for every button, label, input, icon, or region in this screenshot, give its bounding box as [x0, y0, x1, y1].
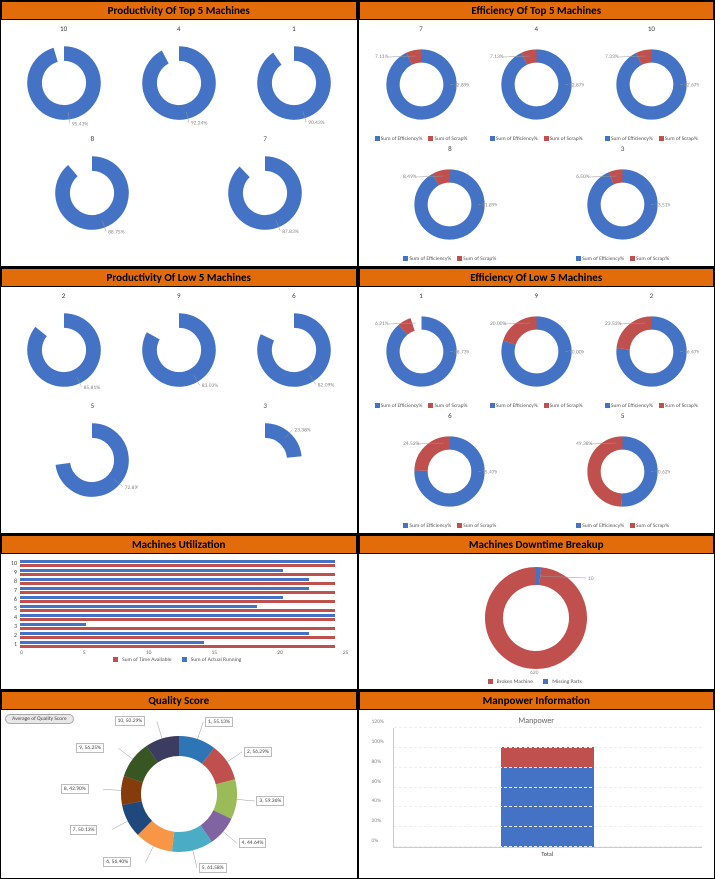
donut-eff-machine-10: 10 7.33% 92.67% Sum of Efficiency%Sum of…: [602, 24, 701, 142]
donut-eff-machine-4: 4 7.13% 92.87% Sum of Efficiency%Sum of …: [487, 24, 586, 142]
svg-text:82.09%: 82.09%: [318, 383, 335, 389]
panel-dt: 10 620 Broken Machine Missing Parts: [359, 554, 715, 689]
donut-machine-3: 3 23.38%: [219, 401, 311, 509]
qs-label-7: 7, 50.13%: [70, 825, 98, 835]
svg-text:90.43%: 90.43%: [308, 120, 325, 126]
svg-text:10: 10: [588, 576, 594, 582]
svg-text:88.75%: 88.75%: [108, 229, 125, 235]
svg-text:76.47%: 76.47%: [684, 350, 699, 356]
util-row-6: 6: [9, 595, 349, 603]
donut-eff-machine-9: 9 20.00% 80.00% Sum of Efficiency%Sum of…: [487, 291, 586, 409]
panel-eff-top: 7 7.11% 92.89% Sum of Efficiency%Sum of …: [359, 20, 715, 266]
donut-machine-2: 2 85.81%: [18, 291, 110, 399]
donut-machine-4: 4 92.24%: [133, 24, 225, 132]
dt-legend: Broken Machine Missing Parts: [485, 679, 588, 685]
mp-x-label: Total: [393, 850, 703, 858]
util-row-3: 3: [9, 622, 349, 630]
donut-machine-10: 10 95.43%: [18, 24, 110, 132]
donut-machine-8: 8 88.75%: [46, 134, 138, 242]
donut-machine-6: 6 82.09%: [248, 291, 340, 399]
svg-text:92.24%: 92.24%: [191, 121, 208, 127]
quality-avg-button[interactable]: Average of Quality Score: [5, 714, 74, 724]
util-row-9: 9: [9, 568, 349, 576]
header-mp: Manpower Information: [359, 691, 715, 710]
header-dt: Machines Downtime Breakup: [359, 535, 715, 554]
svg-text:83.03%: 83.03%: [201, 383, 218, 389]
panel-util: 10 9 8 7 6: [1, 554, 357, 667]
donut-machine-9: 9 83.03%: [133, 291, 225, 399]
donut-machine-7: 7 87.83%: [219, 134, 311, 242]
donut-machine-5: 5 72.89%: [46, 401, 138, 509]
donut-eff-machine-3: 3 6.50% 93.51% Sum of Efficiency%Sum of …: [573, 144, 672, 262]
util-row-7: 7: [9, 586, 349, 594]
qs-label-3: 3, 59.36%: [256, 796, 284, 806]
svg-text:7.11%: 7.11%: [375, 54, 389, 60]
util-row-1: 1: [9, 640, 349, 648]
qs-label-1: 1, 55.13%: [205, 717, 233, 727]
util-row-5: 5: [9, 604, 349, 612]
donut-machine-1: 1 90.43%: [248, 24, 340, 132]
donut-eff-machine-8: 8 8.49% 91.89% Sum of Efficiency%Sum of …: [400, 144, 499, 262]
donut-eff-machine-7: 7 7.11% 92.89% Sum of Efficiency%Sum of …: [372, 24, 471, 142]
svg-text:88.73%: 88.73%: [454, 350, 469, 356]
header-eff-top: Efficiency Of Top 5 Machines: [359, 1, 715, 20]
svg-text:72.89%: 72.89%: [125, 485, 138, 491]
qs-label-4: 4, 44.64%: [239, 838, 267, 848]
panel-qs: Average of Quality Score 1, 55.13% 2, 56.…: [1, 710, 357, 878]
util-legend: Sum of Time Available Sum of Actual Runn…: [9, 657, 349, 663]
header-prod-low: Productivity Of Low 5 Machines: [1, 268, 357, 287]
donut-eff-machine-1: 1 6.21% 88.73% Sum of Efficiency%Sum of …: [372, 291, 471, 409]
util-x-axis: 0510152025: [20, 650, 349, 656]
svg-text:93.51%: 93.51%: [655, 203, 670, 209]
svg-text:85.81%: 85.81%: [83, 385, 100, 391]
svg-text:7.33%: 7.33%: [605, 54, 619, 60]
svg-text:91.89%: 91.89%: [482, 203, 497, 209]
svg-text:92.87%: 92.87%: [569, 83, 584, 89]
svg-text:95.43%: 95.43%: [71, 121, 88, 127]
svg-text:92.89%: 92.89%: [454, 83, 469, 89]
svg-text:8.49%: 8.49%: [403, 174, 417, 180]
panel-prod-low: 2 85.81% 9 83.03% 6 82.09% 5 72.89% 3 2: [1, 287, 357, 513]
donut-eff-machine-2: 2 23.53% 76.47% Sum of Efficiency%Sum of…: [602, 291, 701, 409]
svg-text:6.21%: 6.21%: [375, 321, 389, 327]
panel-eff-low: 1 6.21% 88.73% Sum of Efficiency%Sum of …: [359, 287, 715, 533]
header-prod-top: Productivity Of Top 5 Machines: [1, 1, 357, 20]
svg-text:620: 620: [530, 670, 539, 676]
panel-mp: Manpower 0% 20% 40% 60% 80% 100% 120% To…: [359, 710, 715, 860]
header-qs: Quality Score: [1, 691, 357, 710]
mp-chart: 0% 20% 40% 60% 80% 100% 120%: [393, 728, 703, 848]
svg-text:6.50%: 6.50%: [576, 174, 590, 180]
panel-prod-top: 10 95.43% 4 92.24% 1 90.43% 8 88.75% 7: [1, 20, 357, 246]
util-row-10: 10: [9, 559, 349, 567]
downtime-donut: 10 620: [446, 558, 626, 678]
qs-label-8: 8, 42.90%: [61, 784, 89, 794]
mp-chart-title: Manpower: [371, 716, 703, 726]
quality-donut: [99, 714, 259, 874]
svg-text:92.67%: 92.67%: [684, 83, 699, 89]
svg-text:87.83%: 87.83%: [282, 229, 299, 235]
header-eff-low: Efficiency Of Low 5 Machines: [359, 268, 715, 287]
qs-label-5: 5, 61.58%: [199, 863, 227, 873]
donut-eff-machine-5: 5 49.38% 50.62% Sum of Efficiency%Sum of…: [573, 411, 672, 529]
qs-label-10: 10, 50.29%: [115, 716, 146, 726]
svg-text:50.62%: 50.62%: [655, 470, 670, 476]
qs-label-6: 6, 56.40%: [103, 857, 131, 867]
qs-label-2: 2, 56.29%: [244, 747, 272, 757]
mp-seg-B: [501, 747, 594, 767]
svg-text:75.47%: 75.47%: [482, 470, 497, 476]
svg-text:7.13%: 7.13%: [490, 54, 504, 60]
svg-text:80.00%: 80.00%: [569, 350, 584, 356]
qs-label-9: 9, 56.25%: [76, 743, 104, 753]
svg-text:23.38%: 23.38%: [294, 428, 311, 434]
util-row-2: 2: [9, 631, 349, 639]
donut-eff-machine-6: 6 24.53% 75.47% Sum of Efficiency%Sum of…: [400, 411, 499, 529]
util-row-8: 8: [9, 577, 349, 585]
header-util: Machines Utilization: [1, 535, 357, 554]
util-row-4: 4: [9, 613, 349, 621]
